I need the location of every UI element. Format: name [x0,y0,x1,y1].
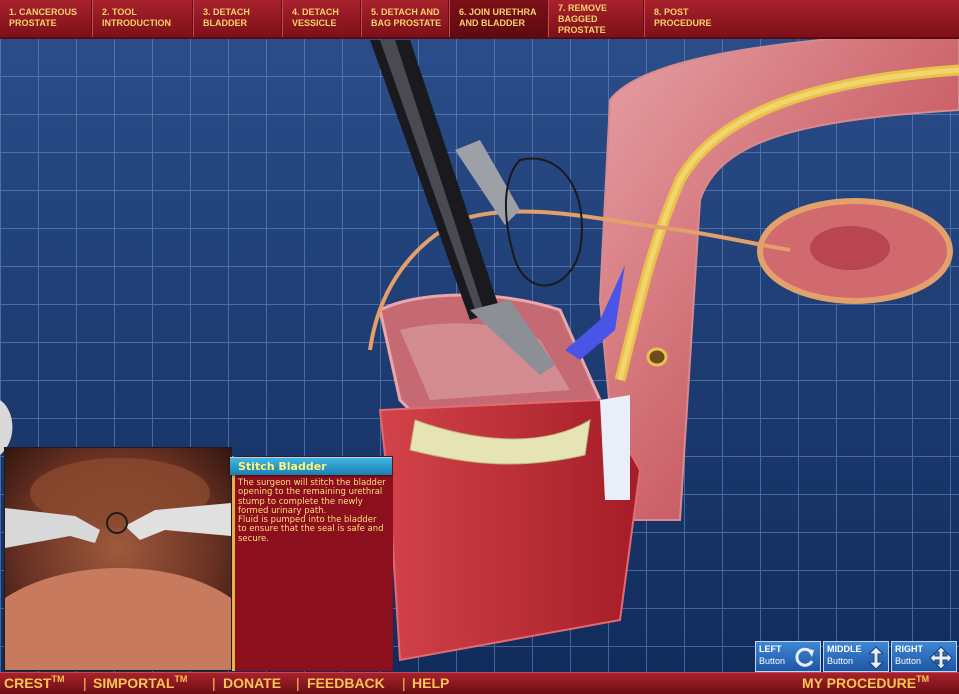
footer-separator: | [83,675,87,691]
footer-separator: | [296,675,300,691]
donate-link[interactable]: DONATE [223,675,281,691]
right-button-legend: RIGHT Button [891,641,957,672]
tab-step-5-detach-bag-prostate[interactable]: 5. Detach and Bag Prostate [362,0,450,37]
tab-step-7-remove-bagged-prostate[interactable]: 7. Remove Bagged Prostate [549,0,645,37]
procedure-step-nav: 1. Cancerous Prostate 2. Tool Introducti… [0,0,959,39]
footer-separator: | [402,675,406,691]
rotate-icon [795,647,814,667]
step-info-title-bar: Stitch Bladder [230,457,392,475]
middle-button-legend: MIDDLE Button [823,641,889,672]
my-procedure-link[interactable]: MY PROCEDURETM [802,675,929,692]
tab-step-2-tool-introduction[interactable]: 2. Tool Introduction [93,0,194,37]
tab-step-1-cancerous-prostate[interactable]: 1. Cancerous Prostate [0,0,93,37]
tab-step-6-join-urethra-bladder[interactable]: 6. Join Urethra and Bladder [450,0,549,37]
help-link[interactable]: HELP [412,675,449,691]
mouse-controls-legend: LEFT Button MIDDLE Button RIGHT Button [755,641,959,672]
crest-link[interactable]: CRESTTM [4,675,64,692]
step-info-title: Stitch Bladder [238,460,327,473]
zoom-arrows-icon [867,646,885,670]
tab-step-4-detach-vessicle[interactable]: 4. Detach Vessicle [283,0,362,37]
simportal-link[interactable]: SIMPORTALTM [93,675,187,692]
feedback-link[interactable]: FEEDBACK [307,675,385,691]
footer-separator: | [212,675,216,691]
tab-step-8-post-procedure[interactable]: 8. Post Procedure [645,0,725,37]
pan-arrows-icon [929,646,953,670]
tab-step-3-detach-bladder[interactable]: 3. Detach Bladder [194,0,283,37]
endoscope-video [4,447,232,671]
left-button-legend: LEFT Button [755,641,821,672]
step-info-description: The surgeon will stitch the bladder open… [238,478,386,544]
footer-bar: CRESTTM | SIMPORTALTM | DONATE | FEEDBAC… [0,672,959,694]
